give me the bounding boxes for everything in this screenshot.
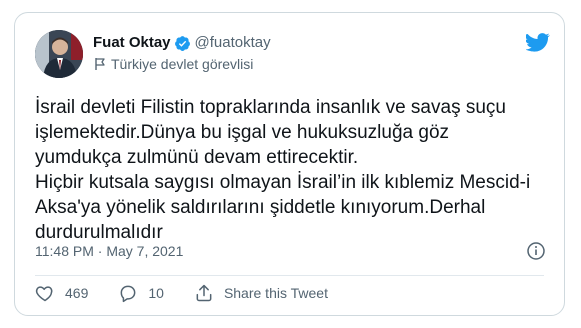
share-icon bbox=[196, 284, 212, 302]
tweet-card: Fuat Oktay @fuatoktay Türkiye devlet gör… bbox=[14, 12, 565, 316]
info-icon[interactable] bbox=[526, 241, 546, 261]
like-button[interactable]: 469 bbox=[35, 283, 88, 303]
verified-badge-icon bbox=[174, 35, 191, 52]
tweet-line: Hiçbir kutsala saygısı olmayan İsrail’in… bbox=[35, 172, 531, 193]
tweet-timestamp[interactable]: 11:48 PM · May 7, 2021 bbox=[35, 243, 183, 259]
tweet-line: işlemektedir.Dünya bu işgal ve hukuksuzl… bbox=[35, 122, 450, 143]
tweet-line: yumdukça zulmünü devam ettirecektir. bbox=[35, 147, 359, 168]
heart-icon bbox=[35, 286, 53, 302]
tweet-line: Aksa'ya yönelik saldırılarını şiddetle k… bbox=[35, 197, 486, 218]
user-name[interactable]: Fuat Oktay bbox=[93, 33, 171, 53]
reply-count: 10 bbox=[148, 285, 164, 301]
tweet-text: İsrail devleti Filistin topraklarında in… bbox=[35, 95, 555, 245]
user-handle[interactable]: @fuatoktay bbox=[195, 33, 271, 53]
reply-button[interactable]: 10 bbox=[118, 283, 164, 303]
share-label: Share this Tweet bbox=[223, 285, 328, 301]
avatar[interactable] bbox=[35, 30, 83, 78]
like-count: 469 bbox=[65, 285, 89, 301]
tweet-line: İsrail devleti Filistin topraklarında in… bbox=[35, 97, 506, 118]
divider bbox=[35, 275, 544, 276]
account-label: Türkiye devlet görevlisi bbox=[111, 56, 254, 72]
twitter-bird-icon[interactable] bbox=[524, 33, 551, 58]
share-button[interactable]: Share this Tweet bbox=[194, 283, 328, 303]
flag-icon bbox=[93, 57, 107, 71]
reply-icon bbox=[120, 285, 136, 303]
